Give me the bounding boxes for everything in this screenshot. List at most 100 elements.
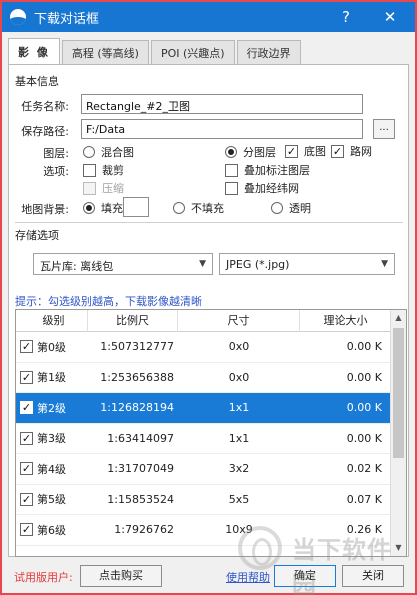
table-row[interactable]: ✓ 第0级 1:507312777 0x0 0.00 K [16,332,392,363]
header-size[interactable]: 尺寸 [178,310,300,332]
tab-imagery[interactable]: 影 像 [8,38,60,64]
layer-base-checkbox[interactable]: ✓ 底图 [285,143,326,159]
est-size-cell: 0.00 K [346,401,382,415]
tab-admin-boundary[interactable]: 行政边界 [236,40,301,64]
radio-selected-icon [225,146,237,158]
chevron-down-icon: ▼ [199,259,206,269]
imagery-panel: 基本信息 任务名称: Rectangle_#2_卫图 保存路径: F:/Data… [8,64,409,557]
table-row[interactable]: ✓ 第6级 1:7926762 10x9 0.26 K [16,515,392,546]
radio-icon [271,202,283,214]
bg-nofill-label: 不填充 [191,202,224,215]
table-row[interactable]: ✓ 第2级 1:126828194 1x1 0.00 K [16,393,392,424]
scale-cell: 1:31707049 [107,462,174,476]
close-window-button[interactable]: ✕ [372,2,408,32]
est-size-cell: 0.26 K [346,523,382,537]
bg-fill-radio[interactable]: 填充 [83,200,123,216]
hint-text: 提示：勾选级别越高，下载影像越清晰 [15,295,202,308]
level-label: 第2级 [37,401,66,415]
grid-label: 叠加经纬网 [244,182,299,195]
bg-nofill-radio[interactable]: 不填充 [173,200,224,216]
level-label: 第6级 [37,523,66,537]
grid-checkbox[interactable]: 叠加经纬网 [225,180,299,196]
layer-label: 图层: [43,147,69,160]
clip-checkbox[interactable]: 裁剪 [83,162,124,178]
est-size-cell: 0.00 K [346,431,382,445]
tab-poi[interactable]: POI (兴趣点) [150,40,235,64]
layer-split-radio[interactable]: 分图层 [225,144,276,160]
window-title: 下载对话框 [34,11,100,27]
overlay-label-text: 叠加标注图层 [244,164,310,177]
level-cell: ✓ 第5级 [16,485,88,515]
buy-button[interactable]: 点击购买 [80,565,162,587]
bg-transparent-radio[interactable]: 透明 [271,200,311,216]
scale-cell: 1:15853524 [107,492,174,506]
ok-button[interactable]: 确定 [274,565,336,587]
checkmark-icon[interactable]: ✓ [20,492,33,506]
checkbox-empty-icon [225,181,238,195]
est-size-cell: 0.00 K [346,340,382,354]
checkmark-icon[interactable]: ✓ [20,462,33,476]
level-cell: ✓ 第1级 [16,363,88,393]
app-logo-icon [10,9,26,25]
checkmark-icon: ✓ [285,144,298,158]
help-link[interactable]: 使用帮助 [226,569,270,585]
checkmark-icon: ✓ [331,144,344,158]
checkbox-empty-icon [225,163,238,177]
tile-library-select[interactable]: 瓦片库: 离线包 ▼ [33,253,213,275]
format-select[interactable]: JPEG (*.jpg) ▼ [219,253,395,275]
download-dialog: 下载对话框 ? ✕ 影 像 高程 (等高线) POI (兴趣点) 行政边界 基本… [0,0,417,595]
tile-library-value: 瓦片库: 离线包 [40,260,114,273]
scroll-down-icon[interactable]: ▼ [391,540,406,556]
checkmark-icon[interactable]: ✓ [20,401,33,415]
task-name-label: 任务名称: [21,100,69,113]
compress-label: 压缩 [102,182,124,195]
storage-options-title: 存储选项 [15,229,59,242]
close-button[interactable]: 关闭 [342,565,404,587]
tab-elevation[interactable]: 高程 (等高线) [61,40,149,64]
header-est-size[interactable]: 理论大小 [300,310,392,332]
table-row[interactable]: ✓ 第3级 1:63414097 1x1 0.00 K [16,424,392,454]
size-cell: 10x9 [225,523,253,537]
header-scale[interactable]: 比例尺 [88,310,178,332]
scroll-up-icon[interactable]: ▲ [391,310,406,326]
level-label: 第0级 [37,340,66,354]
task-name-input[interactable]: Rectangle_#2_卫图 [81,94,363,114]
level-label: 第5级 [37,493,66,507]
checkmark-icon[interactable]: ✓ [20,370,33,384]
size-cell: 1x1 [228,401,250,415]
bg-fill-label: 填充 [101,202,123,215]
compress-checkbox[interactable]: 压缩 [83,180,124,196]
help-button[interactable]: ? [328,2,364,32]
table-row[interactable]: ✓ 第4级 1:31707049 3x2 0.02 K [16,454,392,485]
table-row[interactable]: ✓ 第1级 1:253656388 0x0 0.00 K [16,363,392,393]
overlay-label-checkbox[interactable]: 叠加标注图层 [225,162,310,178]
tab-bar: 影 像 高程 (等高线) POI (兴趣点) 行政边界 [8,38,303,64]
scroll-thumb[interactable] [393,328,404,458]
vertical-scrollbar[interactable]: ▲ ▼ [390,310,406,556]
basic-info-title: 基本信息 [15,75,59,88]
est-size-cell: 0.00 K [346,370,382,384]
title-bar: 下载对话框 ? ✕ [2,2,415,32]
size-cell: 0x0 [228,370,250,384]
scale-cell: 1:7926762 [114,523,174,537]
checkmark-icon[interactable]: ✓ [20,431,33,445]
divider [15,222,403,223]
level-cell: ✓ 第6级 [16,515,88,545]
checkbox-empty-icon [83,163,96,177]
layer-road-checkbox[interactable]: ✓ 路网 [331,143,372,159]
fill-color-picker[interactable] [123,197,149,217]
size-cell: 0x0 [228,340,250,354]
radio-icon [173,202,185,214]
browse-button[interactable]: ... [373,119,395,139]
scale-cell: 1:507312777 [100,340,174,354]
layer-mixed-radio[interactable]: 混合图 [83,144,134,160]
table-row[interactable]: ✓ 第5级 1:15853524 5x5 0.07 K [16,485,392,515]
radio-selected-icon [83,202,95,214]
layer-mixed-label: 混合图 [101,146,134,159]
checkmark-icon[interactable]: ✓ [20,340,33,354]
level-cell: ✓ 第4级 [16,454,88,484]
save-path-input[interactable]: F:/Data [81,119,363,139]
scale-cell: 1:63414097 [107,431,174,445]
header-level[interactable]: 级别 [16,310,88,332]
checkmark-icon[interactable]: ✓ [20,523,33,537]
